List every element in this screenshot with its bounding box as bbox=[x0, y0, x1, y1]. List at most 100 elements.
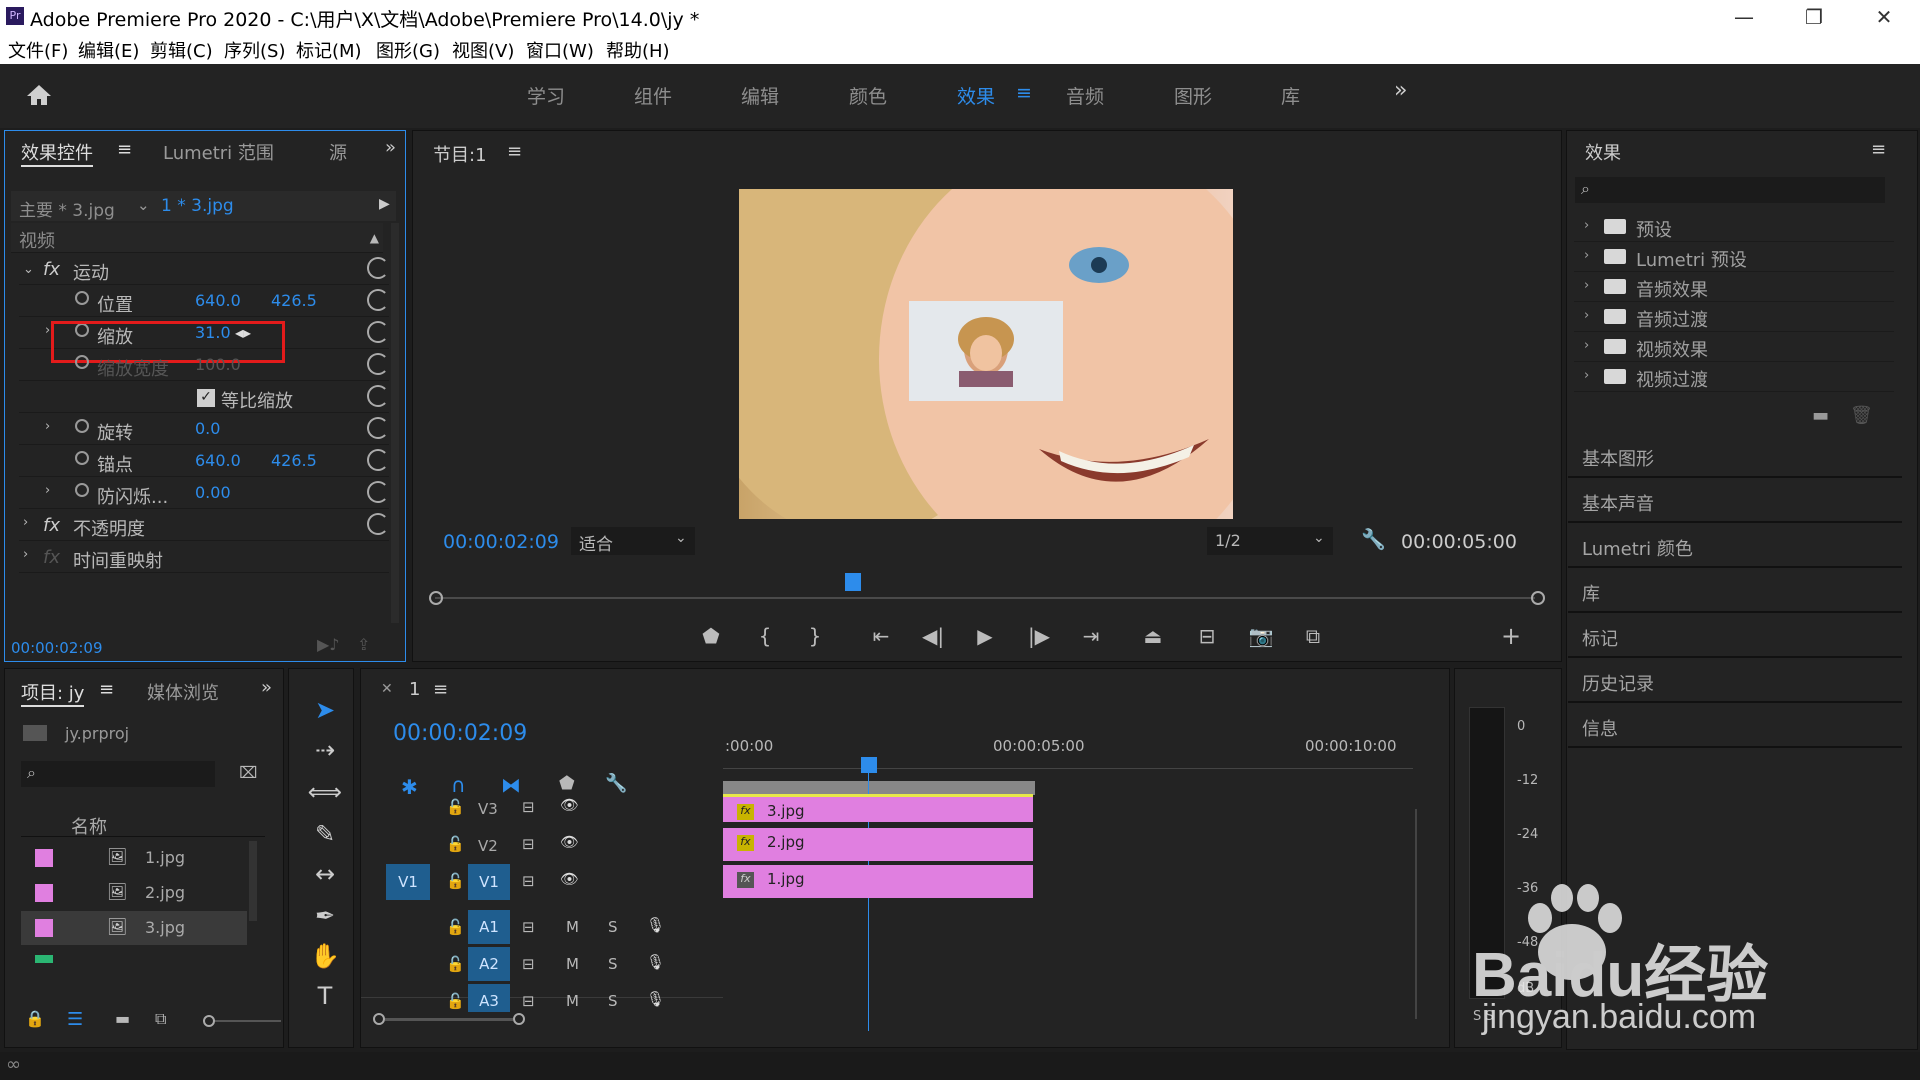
solo-button[interactable]: S bbox=[608, 955, 618, 973]
lock-icon[interactable]: 🔓 bbox=[446, 918, 465, 936]
list-item[interactable]: 🖼 2.jpg bbox=[21, 876, 247, 910]
reset-icon[interactable] bbox=[367, 353, 389, 375]
expand-chevron-icon[interactable]: › bbox=[23, 515, 28, 530]
restore-button[interactable]: ❐ bbox=[1780, 0, 1848, 34]
effects-item-video-effects[interactable]: › 视频效果 bbox=[1574, 332, 1894, 362]
panel-menu-icon[interactable]: ≡ bbox=[99, 679, 114, 700]
add-marker-icon[interactable]: ⬟ bbox=[698, 623, 724, 649]
effects-item-video-transitions[interactable]: › 视频过渡 bbox=[1574, 362, 1894, 392]
zoom-slider[interactable] bbox=[215, 1020, 281, 1022]
lift-icon[interactable]: ⏏ bbox=[1140, 623, 1166, 649]
effects-item-audio-transitions[interactable]: › 音频过渡 bbox=[1574, 302, 1894, 332]
anchor-x-value[interactable]: 640.0 bbox=[195, 451, 241, 470]
close-button[interactable]: ✕ bbox=[1850, 0, 1918, 34]
menu-view[interactable]: 视图(V) bbox=[452, 37, 514, 63]
close-tab-icon[interactable]: ✕ bbox=[381, 681, 393, 697]
more-workspaces-icon[interactable]: » bbox=[1394, 78, 1407, 103]
sequence-clip-label[interactable]: 1 * 3.jpg bbox=[161, 196, 234, 216]
reset-icon[interactable] bbox=[367, 385, 389, 407]
workspace-learn[interactable]: 学习 bbox=[527, 82, 565, 109]
microphone-icon[interactable]: 🎙 bbox=[646, 990, 665, 1008]
expand-chevron-icon[interactable]: › bbox=[45, 323, 50, 338]
hand-tool-icon[interactable]: ✋ bbox=[305, 942, 345, 976]
workspace-audio[interactable]: 音频 bbox=[1066, 82, 1104, 109]
fit-dropdown[interactable]: 适合 ⌄ bbox=[571, 527, 695, 555]
program-title[interactable]: 节目:1 bbox=[433, 141, 487, 167]
eye-icon[interactable]: 👁 bbox=[560, 870, 579, 888]
lock-icon[interactable]: 🔓 bbox=[446, 798, 465, 816]
menu-help[interactable]: 帮助(H) bbox=[606, 37, 670, 63]
expand-chevron-icon[interactable]: › bbox=[23, 547, 28, 562]
menu-markers[interactable]: 标记(M) bbox=[296, 37, 362, 63]
step-back-icon[interactable]: ◀| bbox=[920, 623, 946, 649]
camera-icon[interactable]: 📷 bbox=[1248, 623, 1274, 649]
workspace-menu-icon[interactable]: ≡ bbox=[1016, 82, 1032, 104]
workspace-color[interactable]: 颜色 bbox=[849, 82, 887, 109]
extract-icon[interactable]: ⊟ bbox=[1194, 623, 1220, 649]
reset-icon[interactable] bbox=[367, 481, 389, 503]
section-libraries[interactable]: 库 bbox=[1568, 570, 1902, 613]
new-bin-icon[interactable]: ▬ bbox=[1812, 405, 1829, 426]
panel-menu-icon[interactable]: ≡ bbox=[507, 141, 522, 162]
antiflicker-value[interactable]: 0.00 bbox=[195, 483, 231, 502]
effects-item-lumetri-presets[interactable]: › Lumetri 预设 bbox=[1574, 242, 1894, 272]
find-icon[interactable]: ⌧ bbox=[239, 763, 257, 782]
section-history[interactable]: 历史记录 bbox=[1568, 660, 1902, 703]
chevron-down-icon[interactable]: ⌄ bbox=[137, 196, 150, 214]
zoom-handle-right[interactable] bbox=[1531, 591, 1545, 605]
track-select-tool-icon[interactable]: ⇢ bbox=[305, 736, 345, 770]
collapse-arrow-icon[interactable]: ▲ bbox=[370, 231, 379, 245]
source-patch-v1[interactable]: V1 bbox=[386, 864, 430, 900]
icon-view-icon[interactable]: ▬ bbox=[115, 1009, 130, 1028]
minimize-button[interactable]: — bbox=[1710, 0, 1778, 34]
tab-media-browser[interactable]: 媒体浏览 bbox=[147, 679, 219, 705]
filter-audio-icon[interactable]: ▶♪ bbox=[317, 635, 340, 654]
mute-button[interactable]: M bbox=[566, 955, 579, 973]
trash-icon[interactable]: 🗑 bbox=[1850, 405, 1873, 426]
tab-project[interactable]: 项目: jy bbox=[21, 679, 85, 707]
tab-effect-controls[interactable]: 效果控件 bbox=[21, 139, 93, 167]
reset-icon[interactable] bbox=[367, 513, 389, 535]
lock-icon[interactable]: 🔓 bbox=[446, 872, 465, 890]
track-label-a3[interactable]: A3 bbox=[468, 984, 510, 1012]
timeline-timecode[interactable]: 00:00:02:09 bbox=[393, 721, 527, 746]
rotation-value[interactable]: 0.0 bbox=[195, 419, 220, 438]
section-info[interactable]: 信息 bbox=[1568, 705, 1902, 748]
tab-source[interactable]: 源 bbox=[329, 139, 347, 165]
timeline-horizontal-scrollbar[interactable] bbox=[385, 1018, 513, 1021]
menu-edit[interactable]: 编辑(E) bbox=[78, 37, 139, 63]
video-frame[interactable] bbox=[739, 189, 1233, 519]
stopwatch-icon[interactable] bbox=[75, 419, 89, 433]
solo-button[interactable]: S bbox=[608, 992, 618, 1010]
ripple-edit-tool-icon[interactable]: ⟺ bbox=[305, 778, 345, 812]
stopwatch-icon[interactable] bbox=[75, 451, 89, 465]
project-search-input[interactable]: ⌕ bbox=[21, 761, 215, 787]
timeline-scroll-handle[interactable] bbox=[373, 1013, 385, 1025]
panel-menu-icon[interactable]: ≡ bbox=[117, 139, 132, 160]
workspace-libraries[interactable]: 库 bbox=[1281, 82, 1300, 109]
mark-out-icon[interactable]: } bbox=[802, 623, 828, 649]
effects-item-audio-effects[interactable]: › 音频效果 bbox=[1574, 272, 1894, 302]
menu-graphics[interactable]: 图形(G) bbox=[376, 37, 440, 63]
section-markers[interactable]: 标记 bbox=[1568, 615, 1902, 658]
section-lumetri-color[interactable]: Lumetri 颜色 bbox=[1568, 525, 1902, 568]
sequence-item-partial[interactable] bbox=[35, 955, 53, 963]
lock-icon[interactable]: 🔓 bbox=[446, 835, 465, 853]
export-icon[interactable]: ⇪ bbox=[357, 635, 370, 654]
microphone-icon[interactable]: 🎙 bbox=[646, 953, 665, 971]
creative-cloud-icon[interactable]: ∞ bbox=[6, 1054, 21, 1075]
track-label-v1[interactable]: V1 bbox=[468, 864, 510, 900]
sync-icon[interactable]: ⊟ bbox=[522, 835, 535, 853]
panel-overflow-icon[interactable]: » bbox=[261, 677, 272, 698]
type-tool-icon[interactable]: T bbox=[305, 982, 345, 1016]
step-forward-icon[interactable]: |▶ bbox=[1026, 623, 1052, 649]
menu-clip[interactable]: 剪辑(C) bbox=[150, 37, 213, 63]
home-icon[interactable] bbox=[26, 84, 52, 106]
scaled-clip-overlay[interactable] bbox=[909, 301, 1063, 401]
sync-icon[interactable]: ⊟ bbox=[522, 918, 535, 936]
compare-icon[interactable]: ⧉ bbox=[1300, 623, 1326, 649]
razor-tool-icon[interactable]: ✎ bbox=[305, 820, 345, 854]
track-label-a1[interactable]: A1 bbox=[468, 910, 510, 944]
clip-1jpg[interactable]: fx 1.jpg bbox=[723, 865, 1033, 898]
program-scrub-bar[interactable] bbox=[435, 597, 1535, 599]
